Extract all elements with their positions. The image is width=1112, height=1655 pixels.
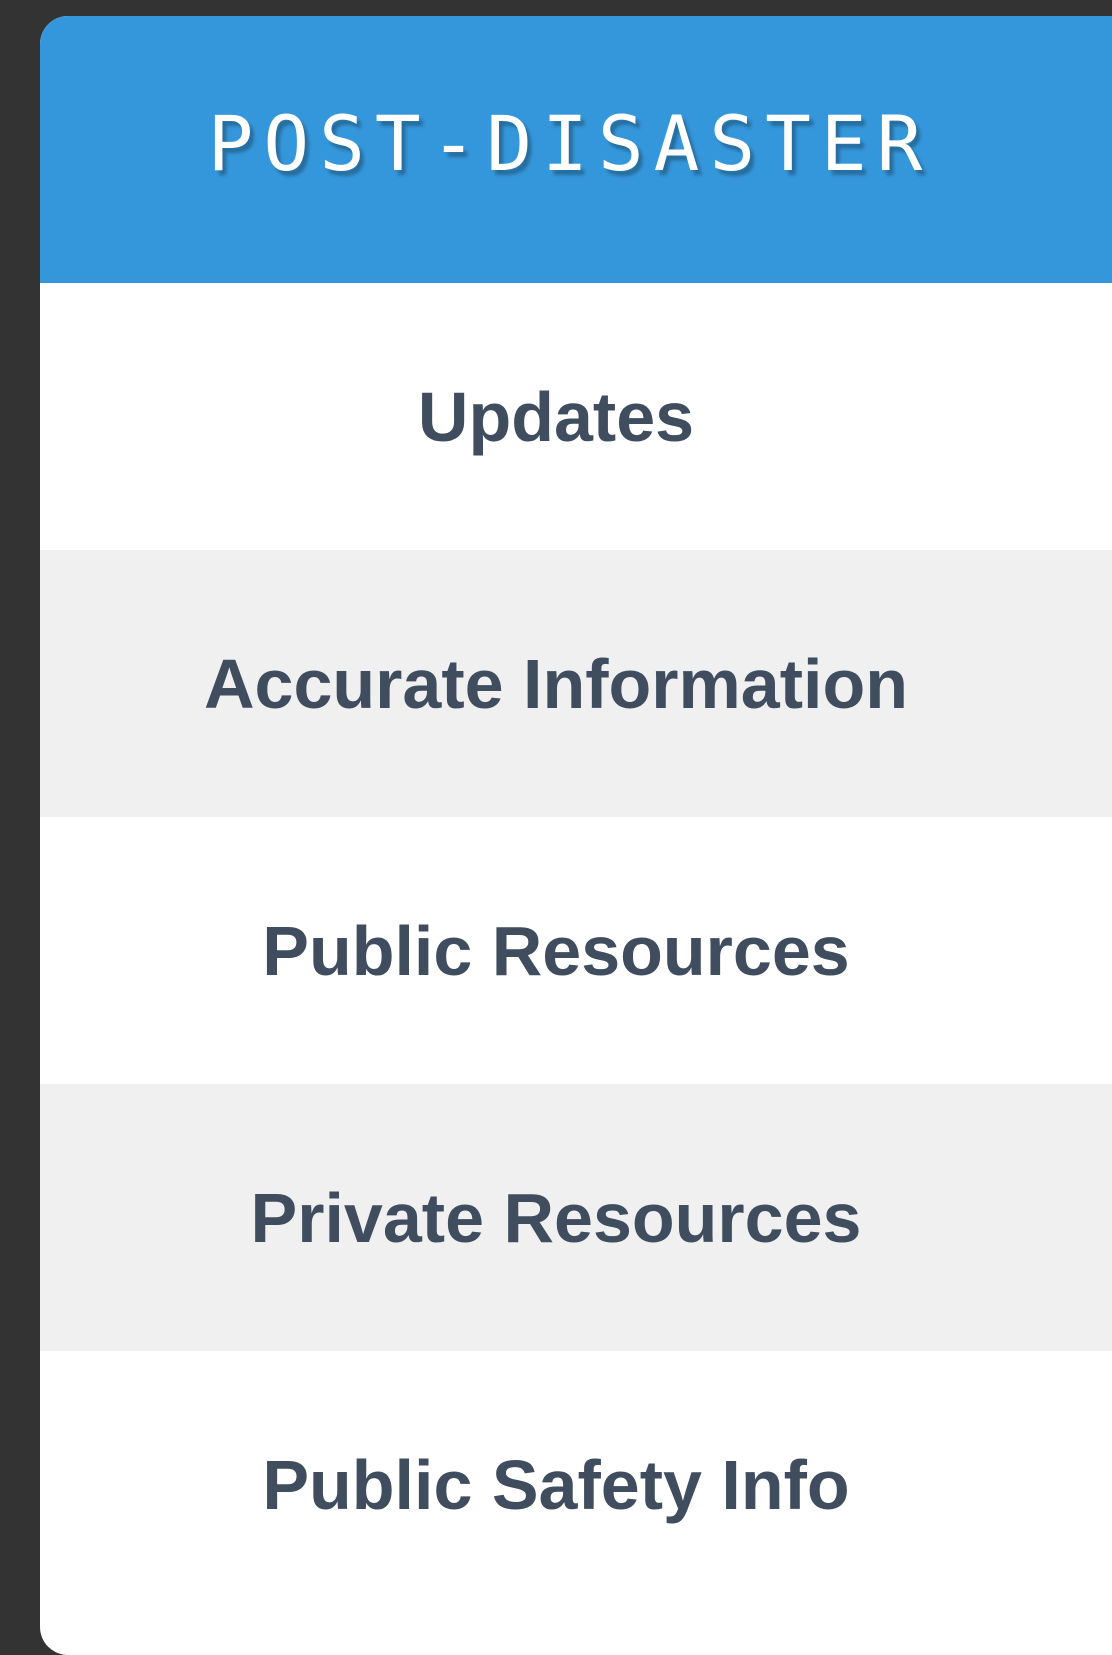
menu-item-accurate-information[interactable]: Accurate Information	[40, 550, 1112, 817]
header-banner: POST-DISASTER	[40, 16, 1112, 283]
menu-list: Updates Accurate Information Public Reso…	[40, 283, 1112, 1618]
menu-item-label: Accurate Information	[204, 644, 908, 723]
page-title: POST-DISASTER	[207, 99, 933, 188]
menu-panel: POST-DISASTER Updates Accurate Informati…	[40, 16, 1112, 1655]
menu-item-label: Updates	[417, 377, 695, 456]
menu-item-label: Private Resources	[250, 1178, 862, 1257]
menu-item-label: Public Resources	[262, 911, 850, 990]
menu-item-public-resources[interactable]: Public Resources	[40, 817, 1112, 1084]
menu-item-label: Public Safety Info	[262, 1445, 850, 1524]
menu-item-private-resources[interactable]: Private Resources	[40, 1084, 1112, 1351]
menu-item-public-safety-info[interactable]: Public Safety Info	[40, 1351, 1112, 1618]
menu-item-updates[interactable]: Updates	[40, 283, 1112, 550]
